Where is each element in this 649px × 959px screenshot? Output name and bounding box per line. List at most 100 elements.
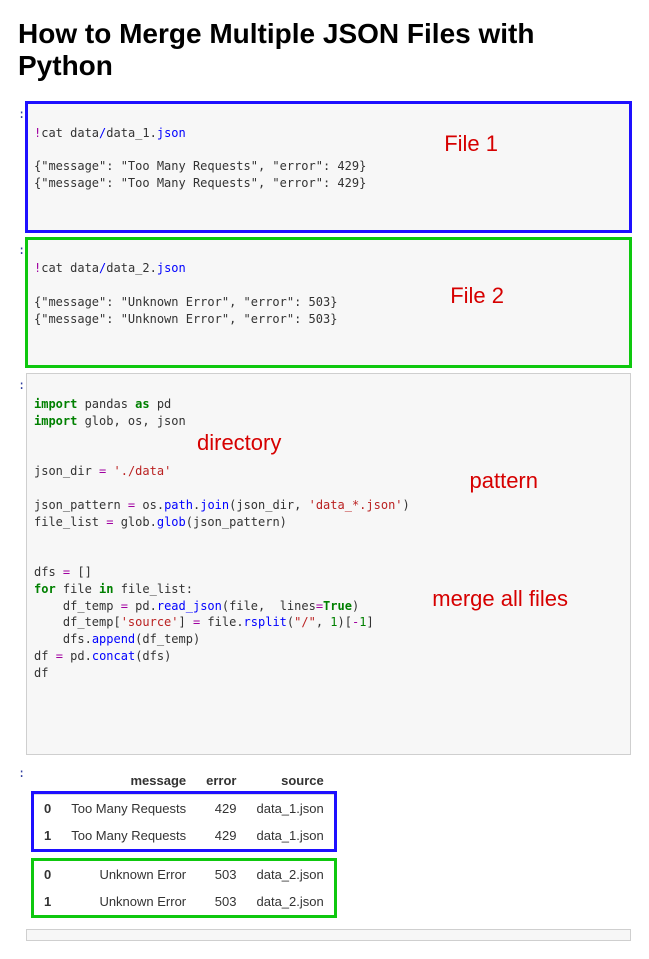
tok: join [200,498,229,512]
code-file2: !cat data/data_2.json {"message": "Unkno… [26,238,631,368]
tok: df [34,649,56,663]
cell: 503 [196,861,246,888]
dataframe-table: message error source 0 Too Many Requests… [34,767,334,915]
cell: 429 [196,822,246,849]
tok: )[ [338,615,352,629]
tok: file [200,615,236,629]
tok: 'data_*.json' [309,498,403,512]
tok: as [135,397,149,411]
tok: glob [157,515,186,529]
cell: data_1.json [247,822,334,849]
tok: json_dir [34,464,99,478]
tok: . [150,515,157,529]
row-index: 1 [34,822,61,849]
tok: pandas [77,397,135,411]
tok: . [236,615,243,629]
tok: pd [63,649,85,663]
tok: df_temp[ [34,615,121,629]
annotation-file2: File 2 [450,281,504,312]
tok: . [85,632,92,646]
tok: ] [179,615,193,629]
tok: . [157,498,164,512]
tok: {"message": "Unknown Error", "error": 50… [34,312,337,326]
table-row: 0 Too Many Requests 429 data_1.json [34,794,334,822]
cell: Unknown Error [61,888,196,915]
tok: (df_temp) [135,632,200,646]
tok: ] [366,615,373,629]
annotation-directory: directory [197,428,281,459]
annotation-file1: File 1 [444,129,498,160]
tok: {"message": "Too Many Requests", "error"… [34,159,366,173]
tok: in [99,582,113,596]
tok: (dfs) [135,649,171,663]
annotation-merge: merge all files [432,584,568,615]
tok: , [316,615,330,629]
tok: append [92,632,135,646]
prompt-file1: : [18,102,26,232]
code-file1: !cat data/data_1.json {"message": "Too M… [26,102,631,232]
table-header-row: message error source [34,767,334,795]
cell: 503 [196,888,246,915]
table-group-file1: 0 Too Many Requests 429 data_1.json 1 To… [34,794,334,849]
tok: file_list: [114,582,193,596]
tok: [] [70,565,92,579]
output-cell: : message error source 0 Too Many Reques… [18,761,631,915]
col-error: error [196,767,246,795]
tok: ) [352,599,359,613]
prompt-file2: : [18,238,26,368]
tok: rsplit [244,615,287,629]
row-index: 0 [34,794,61,822]
cell: data_2.json [247,888,334,915]
tok: glob [113,515,149,529]
tok: glob, os, json [77,414,185,428]
cell: data_1.json [247,794,334,822]
code-cell-main: : import pandas as pd import glob, os, j… [18,373,631,755]
tok: path [164,498,193,512]
tok: {"message": "Unknown Error", "error": 50… [34,295,337,309]
tok: (file, lines [222,599,316,613]
tok: './data' [106,464,171,478]
tok: df [34,666,48,680]
tok: 1 [330,615,337,629]
tok: ) [403,498,410,512]
tok: (json_dir, [229,498,308,512]
tok: True [323,599,352,613]
code-main: import pandas as pd import glob, os, jso… [26,373,631,755]
tok: = [56,649,63,663]
table-row: 1 Unknown Error 503 data_2.json [34,888,334,915]
tok: df_temp [34,599,121,613]
code-cell-file1: : !cat data/data_1.json {"message": "Too… [18,102,631,232]
tok: data_1. [106,126,157,140]
tok: concat [92,649,135,663]
tok: . [150,599,157,613]
tok: pd [150,397,172,411]
code-cell-file2: : !cat data/data_2.json {"message": "Unk… [18,238,631,368]
cell: Too Many Requests [61,822,196,849]
tok: pd [128,599,150,613]
dataframe-output: message error source 0 Too Many Requests… [34,767,334,915]
tok: {"message": "Too Many Requests", "error"… [34,176,366,190]
tok: json_pattern [34,498,128,512]
tok: 'source' [121,615,179,629]
tok: dfs [34,565,63,579]
col-message: message [61,767,196,795]
cell: Too Many Requests [61,794,196,822]
cell: Unknown Error [61,861,196,888]
tok: import [34,397,77,411]
annotation-pattern: pattern [470,466,539,497]
tok: json [157,126,186,140]
tok: cat data [41,261,99,275]
tok: json [157,261,186,275]
tok: for [34,582,56,596]
row-index: 1 [34,888,61,915]
tok: data_2. [106,261,157,275]
empty-code-cell[interactable] [26,929,631,941]
tok: import [34,414,77,428]
tok: cat data [41,126,99,140]
prompt-main: : [18,373,26,755]
tok: = [316,599,323,613]
tok: . [85,649,92,663]
tok: (json_pattern) [186,515,287,529]
table-row: 0 Unknown Error 503 data_2.json [34,861,334,888]
cell: 429 [196,794,246,822]
